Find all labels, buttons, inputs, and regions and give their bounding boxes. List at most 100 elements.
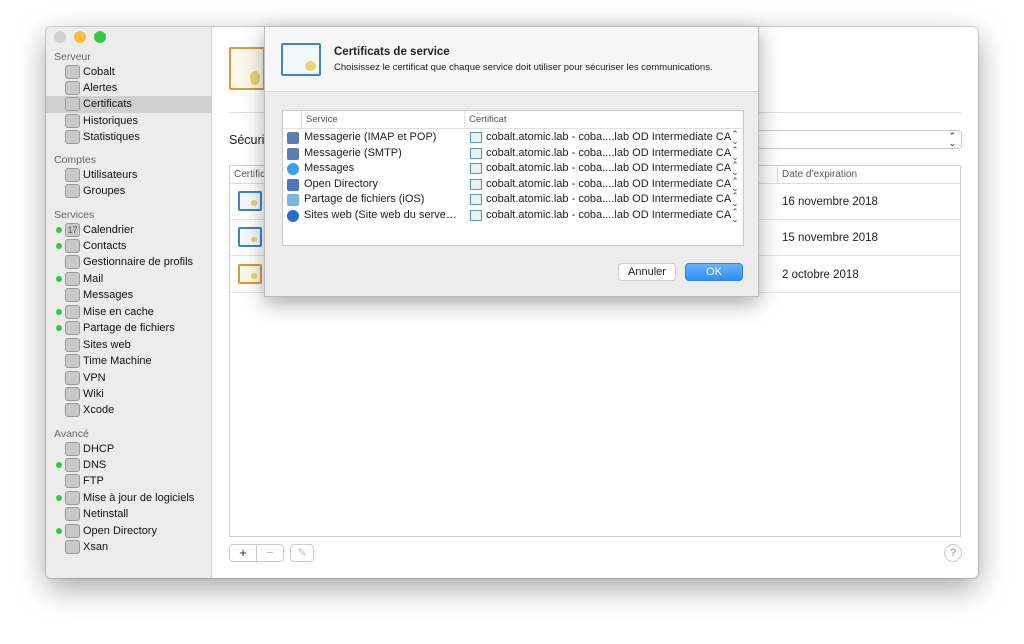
xcode-icon: [65, 403, 80, 418]
column-header-service[interactable]: Service: [301, 111, 338, 129]
vpn-lock-icon: [65, 370, 80, 385]
sidebar-item-label: Xcode: [83, 404, 115, 417]
service-row[interactable]: Messages cobalt.atomic.lab - coba....lab…: [283, 161, 743, 177]
sidebar-item-label: Sites web: [83, 338, 131, 351]
messages-icon: [287, 163, 299, 176]
stepper-icon[interactable]: ⌃ ⌄: [731, 130, 739, 146]
stats-icon: [65, 130, 80, 145]
sidebar-item-certificats[interactable]: Certificats: [46, 95, 212, 113]
sidebar-item-label: Mise en cache: [83, 305, 154, 318]
service-row[interactable]: Messagerie (SMTP) cobalt.atomic.lab - co…: [283, 145, 743, 162]
certificate-icon: [470, 194, 482, 206]
minimize-button[interactable]: [74, 31, 86, 43]
remove-button[interactable]: −: [256, 544, 284, 562]
status-dot: [56, 226, 62, 233]
sidebar-item-sites-web[interactable]: Sites web: [46, 336, 212, 353]
sidebar-item-xcode[interactable]: Xcode: [46, 402, 212, 419]
sidebar-item-historiques[interactable]: Historiques: [46, 112, 212, 129]
status-dot: [56, 325, 62, 332]
column-header-certificate[interactable]: Certificat: [464, 111, 506, 129]
sidebar-item-xsan[interactable]: Xsan: [46, 539, 212, 556]
sidebar-item-ftp[interactable]: FTP: [46, 473, 212, 490]
sidebar-item-netinstall[interactable]: Netinstall: [46, 506, 212, 523]
certificate-select[interactable]: cobalt.atomic.lab - coba....lab OD Inter…: [486, 192, 731, 208]
sidebar-item-label: Historiques: [83, 114, 139, 127]
service-row[interactable]: Sites web (Site web du serve… cobalt.ato…: [283, 208, 743, 224]
column-header-expiration[interactable]: Date d’expiration: [777, 166, 857, 184]
sidebar-item-label: Open Directory: [83, 524, 157, 537]
sidebar-item-calendrier[interactable]: 17 Calendrier: [46, 221, 212, 238]
sidebar-item-label: Xsan: [83, 541, 109, 554]
service-name: Sites web (Site web du serve…: [304, 209, 457, 221]
expiration-date: 2 octobre 2018: [782, 268, 859, 281]
profile-manager-icon: [65, 255, 80, 270]
sidebar-item-dns[interactable]: DNS: [46, 456, 212, 473]
close-button[interactable]: [54, 31, 66, 43]
column-header-certificate[interactable]: Certific: [230, 166, 265, 184]
netinstall-icon: [65, 507, 80, 522]
stepper-icon[interactable]: ⌃ ⌄: [731, 161, 739, 177]
sidebar-item-mail[interactable]: Mail: [46, 270, 212, 287]
edit-button[interactable]: ✎: [290, 544, 314, 562]
sidebar-item-contacts[interactable]: Contacts: [46, 237, 212, 254]
certificate-select[interactable]: cobalt.atomic.lab - coba....lab OD Inter…: [486, 177, 731, 193]
calendar-icon: 17: [65, 222, 80, 237]
log-icon: [65, 113, 80, 128]
sidebar-item-wiki[interactable]: Wiki: [46, 386, 212, 403]
sidebar-item-mise-jour-de-logiciels[interactable]: Mise à jour de logiciels: [46, 489, 212, 506]
mail-icon: [65, 271, 80, 286]
certificate-popup[interactable]: ⌃ ⌄: [742, 130, 962, 149]
status-dot: [56, 494, 62, 501]
certificate-select[interactable]: cobalt.atomic.lab - coba....lab OD Inter…: [486, 130, 731, 146]
status-dot: [56, 275, 62, 282]
sidebar-item-statistiques[interactable]: Statistiques: [46, 129, 212, 146]
add-button[interactable]: +: [229, 544, 257, 562]
certificate-select[interactable]: cobalt.atomic.lab - coba....lab OD Inter…: [486, 161, 731, 177]
stepper-icon[interactable]: ⌃ ⌄: [731, 176, 739, 192]
sidebar-item-open-directory[interactable]: Open Directory: [46, 522, 212, 539]
service-row[interactable]: Open Directory cobalt.atomic.lab - coba.…: [283, 176, 743, 193]
server-icon: [65, 64, 80, 79]
sidebar-item-label: Wiki: [83, 388, 104, 400]
certificate-icon: [238, 191, 262, 211]
status-dot: [56, 461, 62, 468]
certificate-icon: [65, 97, 80, 112]
ok-button[interactable]: OK: [685, 263, 743, 281]
certificate-select[interactable]: cobalt.atomic.lab - coba....lab OD Inter…: [486, 208, 731, 224]
sidebar-item-alertes[interactable]: Alertes: [46, 79, 212, 96]
cancel-button[interactable]: Annuler: [618, 263, 676, 281]
file-sharing-icon: [287, 194, 299, 207]
certificate-select[interactable]: cobalt.atomic.lab - coba....lab OD Inter…: [486, 146, 731, 162]
stepper-icon[interactable]: ⌃ ⌄: [731, 208, 739, 224]
stepper-icon[interactable]: ⌃ ⌄: [731, 192, 739, 208]
mail-icon: [287, 147, 299, 160]
sidebar-item-utilisateurs[interactable]: Utilisateurs: [46, 166, 212, 183]
expiration-date: 16 novembre 2018: [782, 196, 878, 208]
service-row[interactable]: Messagerie (IMAP et POP) cobalt.atomic.l…: [283, 130, 743, 146]
sidebar-item-gestionnaire-de-profils[interactable]: Gestionnaire de profils: [46, 254, 212, 271]
sidebar-item-mise-en-cache[interactable]: Mise en cache: [46, 303, 212, 320]
sidebar-item-cobalt[interactable]: Cobalt: [46, 63, 212, 80]
service-certificates-sheet: Certificats de service Choisissez le cer…: [264, 27, 759, 297]
help-button[interactable]: ?: [944, 544, 962, 562]
sidebar-item-dhcp[interactable]: DHCP: [46, 440, 212, 457]
sidebar-item-partage-de-fichiers[interactable]: Partage de fichiers: [46, 320, 212, 337]
sidebar-item-label: Alertes: [83, 81, 118, 94]
stepper-icon[interactable]: ⌃ ⌄: [731, 145, 739, 161]
sidebar-item-groupes[interactable]: Groupes: [46, 182, 212, 199]
sidebar-item-time-machine[interactable]: Time Machine: [46, 353, 212, 370]
group-icon: [65, 183, 80, 198]
sidebar-section-header: Serveur: [54, 51, 91, 63]
contacts-icon: [65, 238, 80, 253]
sidebar-item-label: Partage de fichiers: [83, 322, 175, 335]
service-name: Messages: [304, 162, 355, 175]
status-dot: [56, 527, 62, 534]
sidebar-item-messages[interactable]: Messages: [46, 287, 212, 304]
service-row[interactable]: Partage de fichiers (iOS) cobalt.atomic.…: [283, 192, 743, 208]
sidebar-item-label: Groupes: [83, 184, 126, 197]
caching-icon: [65, 304, 80, 319]
certificate-icon: [470, 132, 482, 143]
expiration-date: 15 novembre 2018: [782, 232, 878, 245]
zoom-button[interactable]: [94, 31, 106, 43]
sidebar-item-vpn[interactable]: VPN: [46, 369, 212, 386]
